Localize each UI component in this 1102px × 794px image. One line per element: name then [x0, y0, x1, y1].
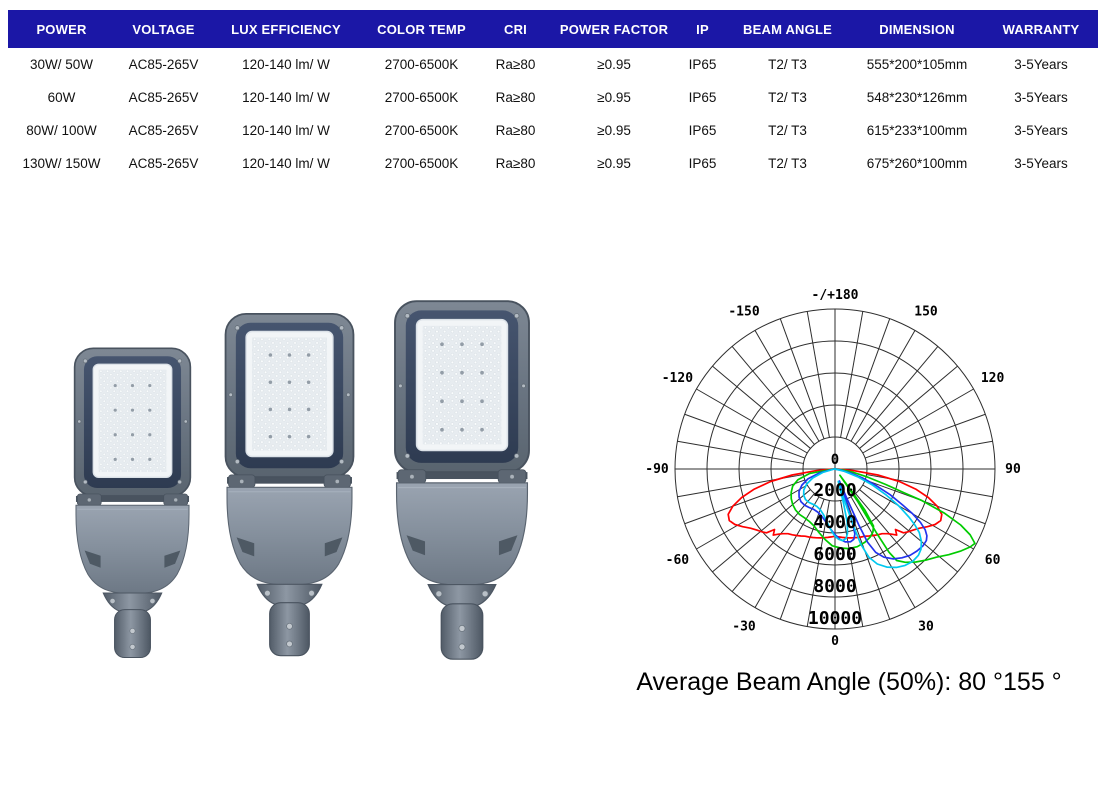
spec-cell: ≥0.95	[548, 114, 680, 147]
radial-label: 6000	[813, 544, 856, 565]
spec-cell: 2700-6500K	[360, 48, 483, 81]
spec-cell: 675*260*100mm	[850, 147, 984, 180]
column-header: DIMENSION	[850, 10, 984, 48]
angle-label: -30	[732, 620, 756, 635]
street-light-medium	[226, 314, 354, 656]
spec-cell: ≥0.95	[548, 147, 680, 180]
angle-label: 0	[831, 634, 839, 649]
spec-cell: ≥0.95	[548, 48, 680, 81]
column-header: LUX EFFICIENCY	[212, 10, 360, 48]
street-light-small	[75, 348, 191, 657]
grid-spoke	[685, 480, 805, 524]
spec-table-header-row: POWERVOLTAGELUX EFFICIENCYCOLOR TEMPCRIP…	[8, 10, 1098, 48]
spec-cell: T2/ T3	[725, 147, 850, 180]
column-header: CRI	[483, 10, 548, 48]
spec-cell: AC85-265V	[115, 114, 212, 147]
beam-angle-chart: -/+180 -150 150 -120 120 -90 90 -60 60 -30 30 0 2000…	[612, 282, 1092, 662]
spec-row: 60WAC85-265V120-140 lm/ W2700-6500KRa≥80…	[8, 81, 1098, 114]
spec-cell: IP65	[680, 48, 725, 81]
grid-spoke	[841, 311, 863, 437]
photometric-polar-chart: -/+180 -150 150 -120 120 -90 90 -60 60 -30 30 0 2000…	[612, 282, 1092, 662]
grid-spoke	[780, 319, 824, 439]
spec-cell: 120-140 lm/ W	[212, 114, 360, 147]
spec-cell: T2/ T3	[725, 81, 850, 114]
spec-cell: IP65	[680, 147, 725, 180]
spec-cell: 3-5Years	[984, 147, 1098, 180]
spec-cell: 30W/ 50W	[8, 48, 115, 81]
angle-label: -90	[645, 462, 669, 477]
radial-label: 2000	[813, 480, 856, 501]
grid-spoke	[846, 319, 890, 439]
spec-cell: 555*200*105mm	[850, 48, 984, 81]
spec-cell: T2/ T3	[725, 48, 850, 81]
spec-cell: 2700-6500K	[360, 81, 483, 114]
column-header: IP	[680, 10, 725, 48]
grid-spoke	[865, 414, 985, 458]
spec-cell: 120-140 lm/ W	[212, 147, 360, 180]
grid-spoke	[807, 311, 829, 437]
spec-cell: 130W/ 150W	[8, 147, 115, 180]
spec-cell: IP65	[680, 114, 725, 147]
column-header: POWER FACTOR	[548, 10, 680, 48]
spec-cell: IP65	[680, 81, 725, 114]
spec-cell: 120-140 lm/ W	[212, 48, 360, 81]
spec-cell: 548*230*126mm	[850, 81, 984, 114]
product-photos	[40, 285, 580, 715]
spec-cell: Ra≥80	[483, 147, 548, 180]
radial-label: 4000	[813, 512, 856, 533]
grid-spoke	[677, 441, 803, 463]
angle-label: 90	[1005, 462, 1021, 477]
spec-cell: 2700-6500K	[360, 147, 483, 180]
spec-row: 130W/ 150WAC85-265V120-140 lm/ W2700-650…	[8, 147, 1098, 180]
spec-table: POWERVOLTAGELUX EFFICIENCYCOLOR TEMPCRIP…	[8, 10, 1098, 180]
spec-cell: Ra≥80	[483, 81, 548, 114]
radial-label: 10000	[808, 608, 862, 629]
grid-spoke	[685, 414, 805, 458]
spec-cell: 60W	[8, 81, 115, 114]
angle-label: -/+180	[812, 288, 859, 303]
grid-spoke	[867, 441, 993, 463]
angle-label: 30	[918, 620, 934, 635]
column-header: VOLTAGE	[115, 10, 212, 48]
angle-label: -150	[728, 304, 759, 319]
spec-cell: 3-5Years	[984, 48, 1098, 81]
spec-cell: 2700-6500K	[360, 114, 483, 147]
chart-caption: Average Beam Angle (50%): 80 °155 °	[612, 668, 1086, 697]
street-light-large	[395, 301, 529, 659]
spec-cell: 3-5Years	[984, 114, 1098, 147]
angle-label: 120	[981, 371, 1005, 386]
spec-cell: 3-5Years	[984, 81, 1098, 114]
spec-cell: AC85-265V	[115, 48, 212, 81]
spec-cell: 80W/ 100W	[8, 114, 115, 147]
spec-cell: AC85-265V	[115, 81, 212, 114]
center-label: 0	[831, 452, 839, 468]
spec-cell: 120-140 lm/ W	[212, 81, 360, 114]
column-header: COLOR TEMP	[360, 10, 483, 48]
column-header: WARRANTY	[984, 10, 1098, 48]
column-header: POWER	[8, 10, 115, 48]
spec-cell: AC85-265V	[115, 147, 212, 180]
spec-cell: 615*233*100mm	[850, 114, 984, 147]
column-header: BEAM ANGLE	[725, 10, 850, 48]
angle-label: 60	[985, 553, 1001, 568]
spec-cell: Ra≥80	[483, 48, 548, 81]
spec-cell: T2/ T3	[725, 114, 850, 147]
angle-label: 150	[914, 304, 938, 319]
angle-label: -120	[662, 371, 693, 386]
radial-label: 8000	[813, 576, 856, 597]
spec-cell: Ra≥80	[483, 114, 548, 147]
spec-row: 30W/ 50WAC85-265V120-140 lm/ W2700-6500K…	[8, 48, 1098, 81]
angle-label: -60	[666, 553, 690, 568]
spec-cell: ≥0.95	[548, 81, 680, 114]
spec-row: 80W/ 100WAC85-265V120-140 lm/ W2700-6500…	[8, 114, 1098, 147]
